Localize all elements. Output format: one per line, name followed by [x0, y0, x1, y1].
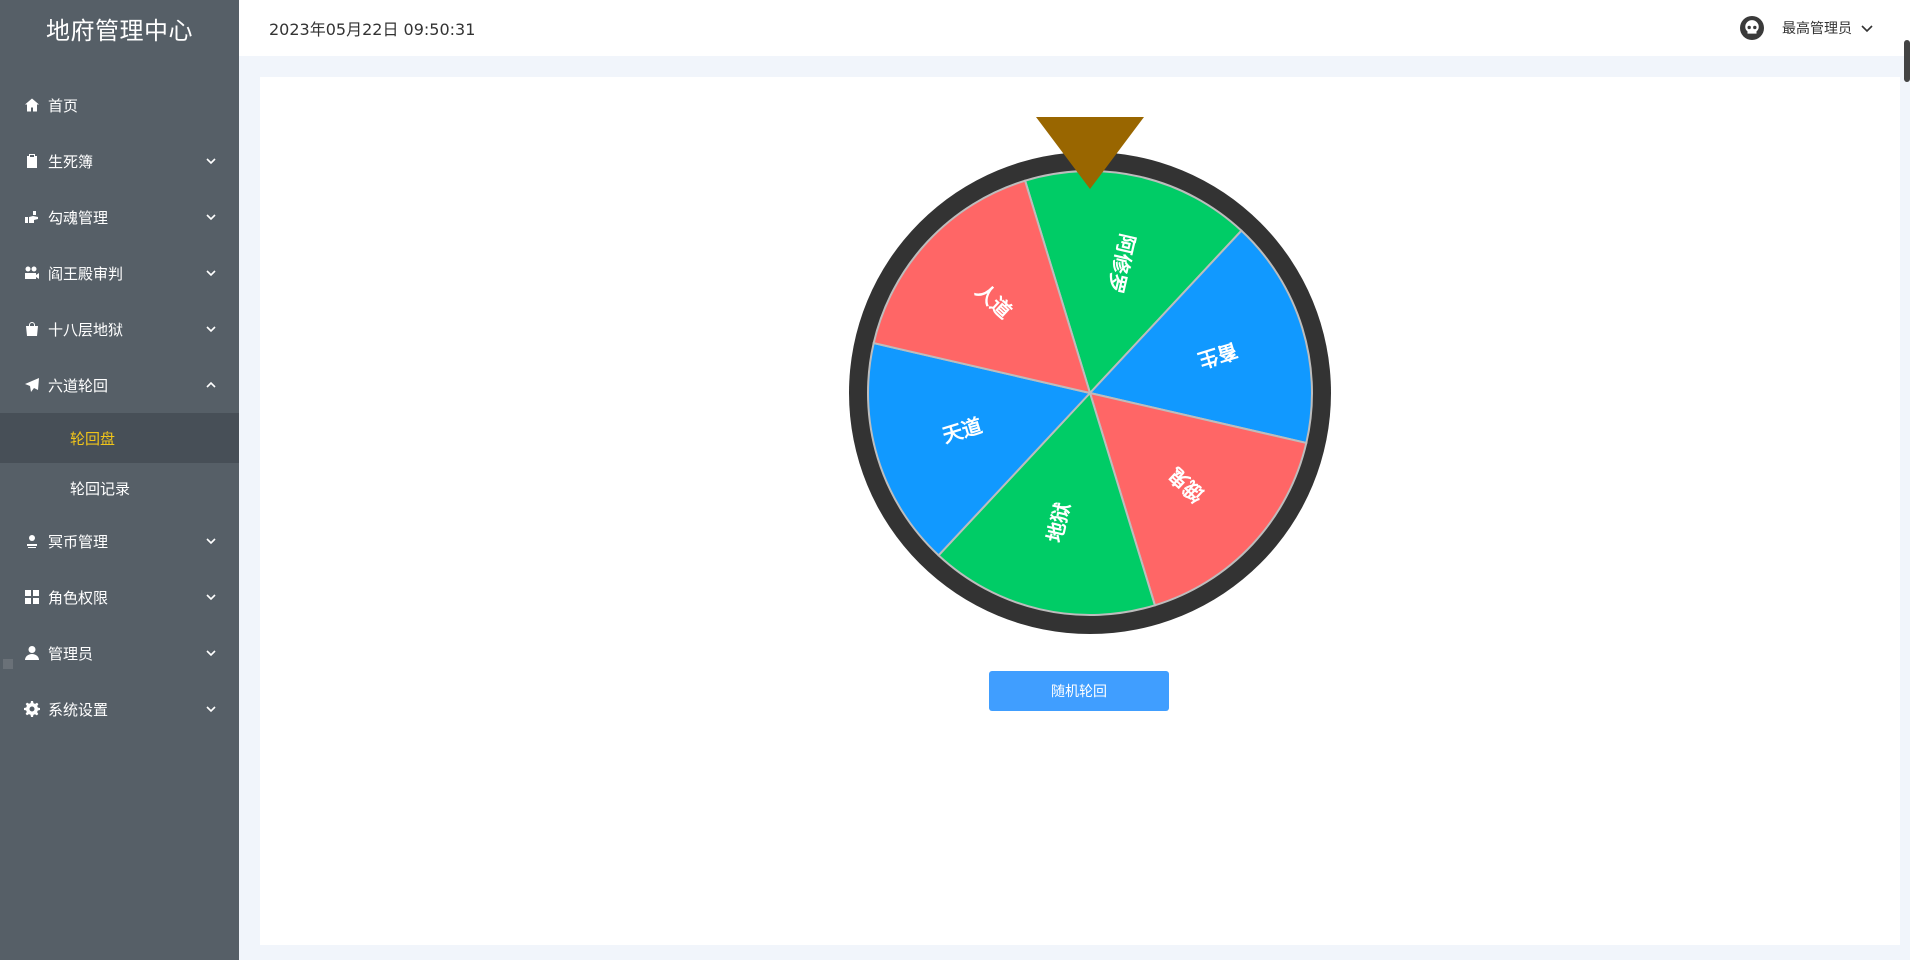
sidebar-item-administrators[interactable]: 管理员: [0, 625, 239, 681]
sidebar-item-yama-judgement[interactable]: 阎王殿审判: [0, 245, 239, 301]
sidebar-menu: 首页 生死簿 勾魂管理 阎王殿审判 十八层地狱 六道轮回 轮回盘 轮回记录 冥币…: [0, 77, 239, 737]
chevron-down-icon: [205, 265, 217, 277]
sidebar-item-six-paths[interactable]: 六道轮回: [0, 357, 239, 413]
chevron-down-icon: [205, 153, 217, 165]
sidebar-item-hell-money[interactable]: 冥币管理: [0, 513, 239, 569]
chevron-down-icon: [205, 589, 217, 601]
sidebar-marker: [3, 659, 13, 669]
camera-icon: [24, 265, 40, 281]
paper-plane-icon: [24, 377, 40, 393]
chevron-down-icon: [205, 701, 217, 713]
sidebar-item-label: 六道轮回: [48, 376, 109, 395]
sidebar-subitem-reincarnation-wheel[interactable]: 轮回盘: [0, 413, 239, 463]
hand-icon: [24, 209, 40, 225]
wheel-svg: 阿修罗畜生饿鬼地狱天道人道: [849, 117, 1331, 634]
sidebar-item-label: 十八层地狱: [48, 320, 124, 339]
sidebar-subitem-reincarnation-records[interactable]: 轮回记录: [0, 463, 239, 513]
app-title: 地府管理中心: [46, 16, 193, 45]
sidebar-item-system-settings[interactable]: 系统设置: [0, 681, 239, 737]
random-reincarnation-button[interactable]: 随机轮回: [989, 671, 1169, 711]
user-menu[interactable]: 最高管理员: [1740, 0, 1874, 56]
chevron-down-icon: [1860, 21, 1874, 35]
main-card: 阿修罗 畜生 饿鬼 地狱 天道 人道 随机轮回: [260, 77, 1900, 945]
chevron-down-icon: [205, 533, 217, 545]
grid-icon: [24, 589, 40, 605]
gear-icon: [24, 701, 40, 717]
sidebar-item-label: 系统设置: [48, 700, 109, 719]
top-header: 2023年05月22日 09:50:31 最高管理员: [239, 0, 1910, 82]
sidebar-item-label: 勾魂管理: [48, 208, 109, 227]
sidebar-item-label: 角色权限: [48, 588, 109, 607]
person-icon: [24, 645, 40, 661]
reincarnation-wheel: 阿修罗 畜生 饿鬼 地狱 天道 人道: [839, 97, 1341, 657]
chevron-down-icon: [205, 209, 217, 221]
sidebar-item-label: 阎王殿审判: [48, 264, 124, 283]
sidebar: 地府管理中心 首页 生死簿 勾魂管理 阎王殿审判 十八层地狱 六道轮回 轮回盘 …: [0, 0, 239, 960]
home-icon: [24, 97, 40, 113]
user-stamp-icon: [24, 533, 40, 549]
chevron-down-icon: [205, 321, 217, 333]
sidebar-item-label: 生死簿: [48, 152, 94, 171]
sidebar-item-soul-capture[interactable]: 勾魂管理: [0, 189, 239, 245]
user-name: 最高管理员: [1782, 21, 1852, 37]
sidebar-item-role-permissions[interactable]: 角色权限: [0, 569, 239, 625]
chevron-up-icon: [205, 377, 217, 389]
chevron-down-icon: [205, 645, 217, 657]
current-datetime: 2023年05月22日 09:50:31: [269, 20, 476, 39]
sidebar-item-eighteen-hells[interactable]: 十八层地狱: [0, 301, 239, 357]
sidebar-item-label: 管理员: [48, 644, 94, 663]
sidebar-item-home[interactable]: 首页: [0, 77, 239, 133]
bag-icon: [24, 321, 40, 337]
sidebar-item-label: 冥币管理: [48, 532, 109, 551]
sidebar-item-label: 首页: [48, 96, 79, 115]
sidebar-item-life-death-book[interactable]: 生死簿: [0, 133, 239, 189]
skull-icon: [1740, 16, 1764, 40]
clipboard-icon: [24, 153, 40, 169]
scrollbar-handle[interactable]: [1904, 40, 1910, 82]
